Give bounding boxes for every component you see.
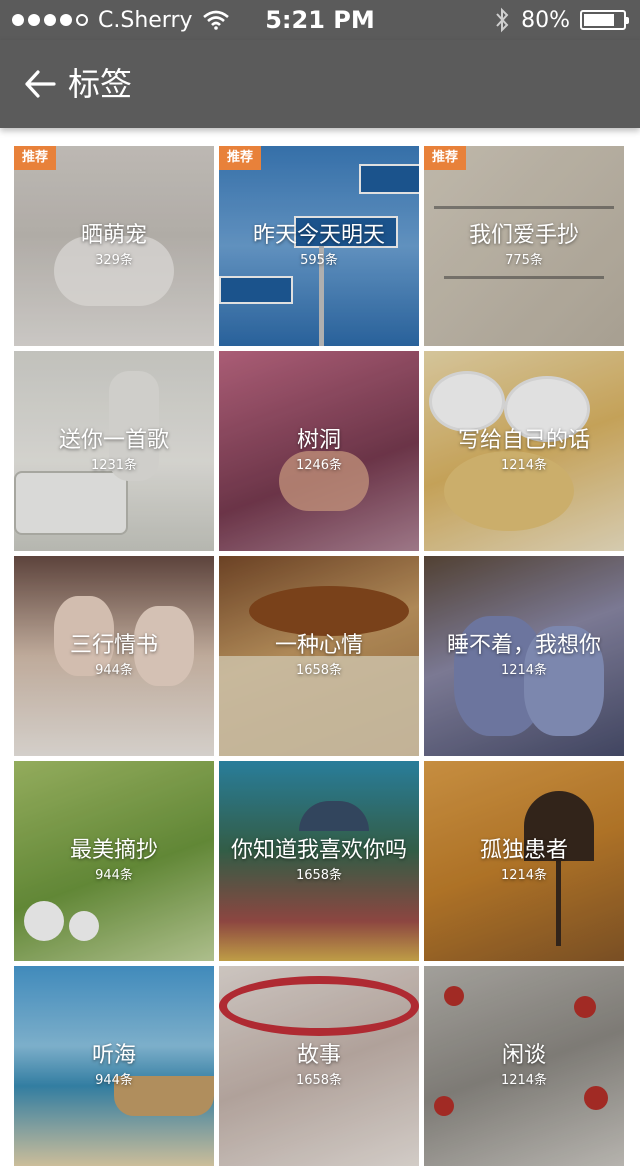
tag-count: 1658条 — [295, 663, 343, 678]
tag-tile[interactable]: 孤独患者 1214条 — [424, 761, 624, 961]
tag-title: 昨天今天明天 — [252, 223, 385, 248]
recommend-badge: 推荐 — [14, 146, 56, 170]
tag-title: 故事 — [296, 1043, 341, 1068]
tag-title: 睡不着，我想你 — [446, 633, 601, 658]
tag-tile[interactable]: 推荐 我们爱手抄 775条 — [424, 146, 624, 346]
tag-tile[interactable]: 三行情书 944条 — [14, 556, 214, 756]
tag-title: 你知道我喜欢你吗 — [230, 838, 407, 863]
tag-tile[interactable]: 推荐 晒萌宠 329条 — [14, 146, 214, 346]
status-right: 80% — [493, 0, 629, 40]
tag-count: 775条 — [505, 253, 543, 268]
tag-title: 送你一首歌 — [58, 428, 169, 453]
tag-count: 1658条 — [295, 868, 343, 883]
tag-title: 写给自己的话 — [457, 428, 590, 453]
battery-icon — [580, 10, 629, 30]
battery-fill — [584, 14, 614, 26]
tag-tile[interactable]: 听海 944条 — [14, 966, 214, 1166]
tag-tile[interactable]: 睡不着，我想你 1214条 — [424, 556, 624, 756]
tag-count: 1214条 — [500, 458, 548, 473]
tag-tile[interactable]: 最美摘抄 944条 — [14, 761, 214, 961]
tag-count: 944条 — [95, 868, 133, 883]
tag-title: 一种心情 — [274, 633, 363, 658]
tag-count: 1658条 — [295, 1073, 343, 1088]
back-button[interactable] — [18, 62, 62, 106]
recommend-badge: 推荐 — [219, 146, 261, 170]
tag-title: 孤独患者 — [479, 838, 568, 863]
tag-title: 听海 — [91, 1043, 136, 1068]
tag-count: 595条 — [300, 253, 338, 268]
arrow-left-icon — [25, 70, 56, 98]
tag-count: 1214条 — [500, 663, 548, 678]
recommend-badge: 推荐 — [424, 146, 466, 170]
tag-title: 晒萌宠 — [80, 223, 147, 248]
tag-count: 944条 — [95, 1073, 133, 1088]
tag-grid: 推荐 晒萌宠 329条 推荐 昨天今天明天 595条 推荐 我们爱手抄 775条 — [14, 146, 626, 1166]
tag-tile[interactable]: 树洞 1246条 — [219, 351, 419, 551]
tag-tile[interactable]: 故事 1658条 — [219, 966, 419, 1166]
tag-count: 1214条 — [500, 868, 548, 883]
status-bar: C.Sherry 5:21 PM 80% — [0, 0, 640, 40]
tag-tile[interactable]: 写给自己的话 1214条 — [424, 351, 624, 551]
tag-tile[interactable]: 你知道我喜欢你吗 1658条 — [219, 761, 419, 961]
tag-title: 最美摘抄 — [69, 838, 158, 863]
battery-percent: 80% — [521, 7, 570, 33]
page-title: 标签 — [68, 65, 133, 103]
tag-count: 1214条 — [500, 1073, 548, 1088]
tag-count: 1231条 — [90, 458, 138, 473]
tag-count: 944条 — [95, 663, 133, 678]
tag-title: 我们爱手抄 — [468, 223, 579, 248]
tag-count: 329条 — [95, 253, 133, 268]
tag-tile[interactable]: 一种心情 1658条 — [219, 556, 419, 756]
tag-tile[interactable]: 送你一首歌 1231条 — [14, 351, 214, 551]
nav-bar: 标签 — [0, 40, 640, 128]
bluetooth-icon — [496, 7, 509, 33]
tag-title: 树洞 — [296, 428, 341, 453]
tag-tile[interactable]: 推荐 昨天今天明天 595条 — [219, 146, 419, 346]
tag-tile[interactable]: 闲谈 1214条 — [424, 966, 624, 1166]
tag-title: 三行情书 — [69, 633, 158, 658]
tag-count: 1246条 — [295, 458, 343, 473]
tag-title: 闲谈 — [501, 1043, 546, 1068]
